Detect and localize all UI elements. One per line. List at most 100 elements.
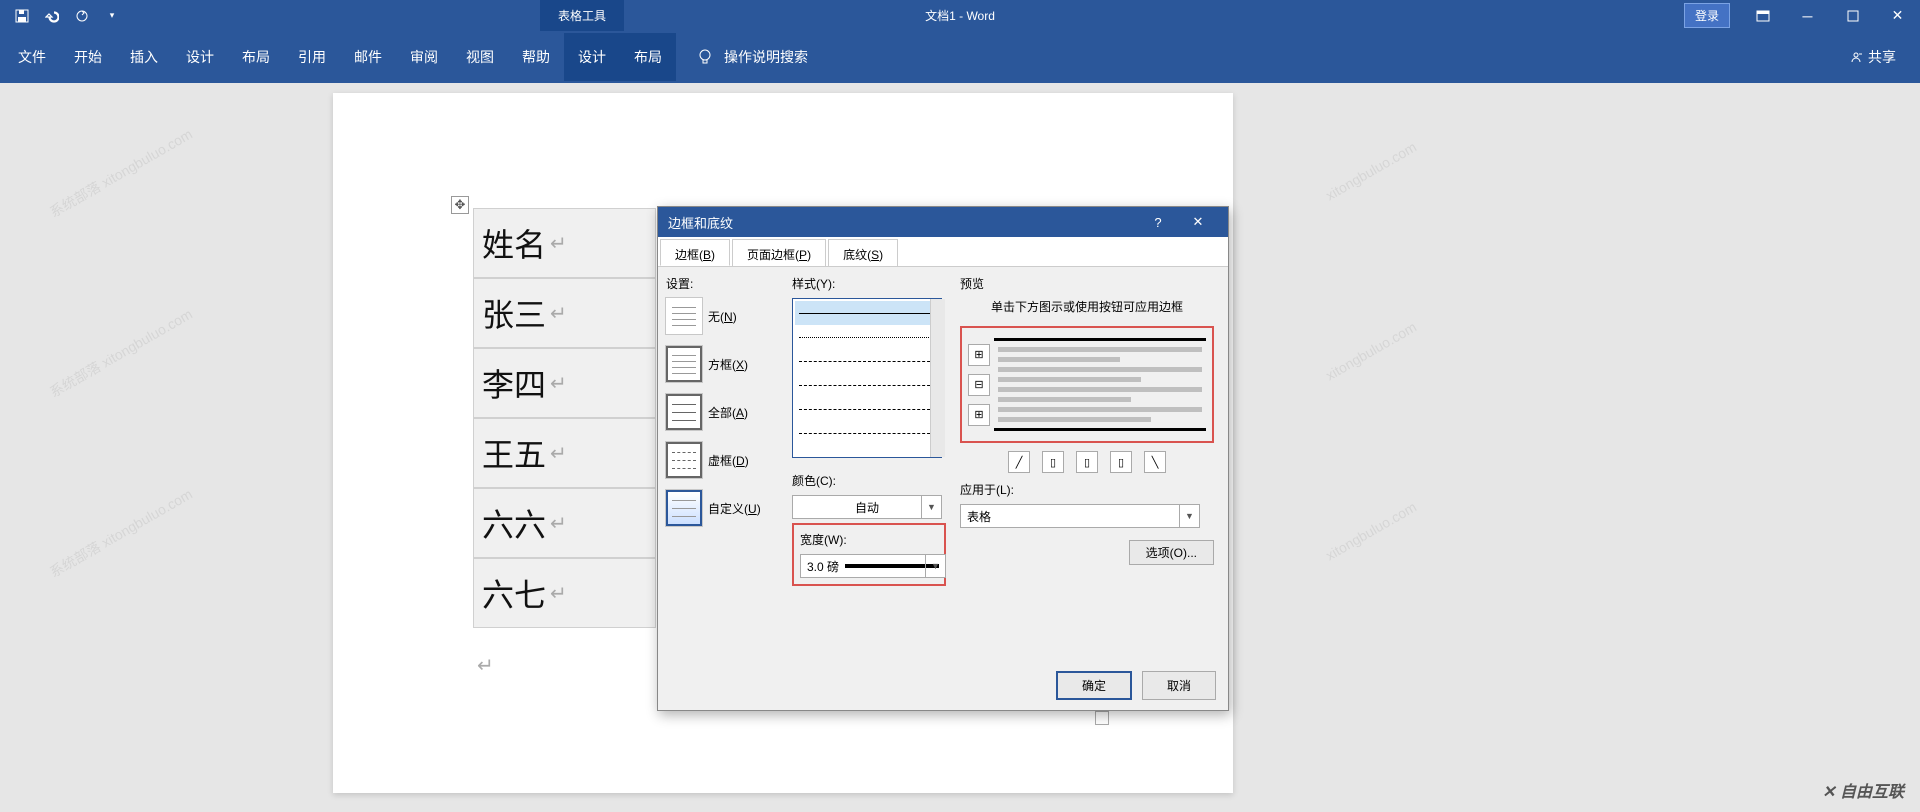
paragraph-mark-icon: ↵ xyxy=(550,581,567,606)
border-mid-h-button[interactable]: ⊟ xyxy=(968,374,990,396)
setting-grid[interactable]: 虚框(D) xyxy=(666,442,784,478)
dialog-titlebar[interactable]: 边框和底纹 ? ✕ xyxy=(658,207,1228,237)
width-label: 宽度(W): xyxy=(800,531,938,548)
document-area: 系统部落 xitongbuluo.com 系统部落 xitongbuluo.co… xyxy=(0,83,1920,812)
ok-button[interactable]: 确定 xyxy=(1056,671,1132,700)
tab-help[interactable]: 帮助 xyxy=(508,33,564,81)
settings-column: 设置: 无(N) 方框(X) 全部(A) 虚框(D) xyxy=(666,275,784,659)
setting-custom-icon xyxy=(666,490,702,526)
paragraph-mark-icon: ↵ xyxy=(550,231,567,256)
border-left-button[interactable]: ▯ xyxy=(1042,451,1064,473)
chevron-down-icon: ▼ xyxy=(925,555,945,577)
setting-box-icon xyxy=(666,346,702,382)
style-option[interactable] xyxy=(795,325,939,349)
setting-all[interactable]: 全部(A) xyxy=(666,394,784,430)
share-label: 共享 xyxy=(1868,47,1896,67)
setting-none[interactable]: 无(N) xyxy=(666,298,784,334)
apply-to-dropdown[interactable]: 表格 ▼ xyxy=(960,504,1200,528)
ribbon-options-icon[interactable] xyxy=(1740,0,1785,31)
tab-file[interactable]: 文件 xyxy=(4,33,60,81)
tab-references[interactable]: 引用 xyxy=(284,33,340,81)
paragraph-mark-icon: ↵ xyxy=(550,441,567,466)
color-label: 颜色(C): xyxy=(792,472,946,489)
border-right-button[interactable]: ▯ xyxy=(1110,451,1132,473)
style-option[interactable] xyxy=(795,301,939,325)
setting-all-icon xyxy=(666,394,702,430)
undo-icon[interactable] xyxy=(38,2,66,30)
tab-review[interactable]: 审阅 xyxy=(396,33,452,81)
quick-access-toolbar: ▾ xyxy=(0,2,134,30)
width-highlight: 宽度(W): 3.0 磅 ▼ xyxy=(792,523,946,586)
close-icon[interactable]: ✕ xyxy=(1178,214,1218,230)
tab-design[interactable]: 设计 xyxy=(172,33,228,81)
border-diag-button[interactable]: ╱ xyxy=(1008,451,1030,473)
setting-box[interactable]: 方框(X) xyxy=(666,346,784,382)
qat-arrow-icon[interactable]: ▾ xyxy=(98,2,126,30)
tab-layout[interactable]: 布局 xyxy=(228,33,284,81)
paragraph-mark-icon: ↵ xyxy=(477,653,494,678)
style-option[interactable] xyxy=(795,349,939,373)
document-table[interactable]: 姓名↵ 张三↵ 李四↵ 王五↵ 六六↵ 六七↵ xyxy=(473,208,656,628)
window-controls: 登录 ─ ✕ xyxy=(1684,0,1920,31)
table-anchor-icon[interactable]: ✥ xyxy=(451,196,469,214)
tab-table-layout[interactable]: 布局 xyxy=(620,33,676,81)
style-option[interactable] xyxy=(795,373,939,397)
table-resize-handle[interactable] xyxy=(1095,711,1109,725)
dialog-footer: 确定 取消 xyxy=(1056,671,1216,700)
paragraph-mark-icon: ↵ xyxy=(550,371,567,396)
share-button[interactable]: 共享 xyxy=(1829,47,1916,67)
table-cell[interactable]: 张三↵ xyxy=(473,278,656,348)
tab-insert[interactable]: 插入 xyxy=(116,33,172,81)
preview-sample[interactable] xyxy=(994,338,1206,431)
login-button[interactable]: 登录 xyxy=(1684,3,1730,28)
preview-hint: 单击下方图示或使用按钮可应用边框 xyxy=(960,298,1214,316)
ribbon: 文件 开始 插入 设计 布局 引用 邮件 审阅 视图 帮助 设计 布局 操作说明… xyxy=(0,31,1920,83)
tab-home[interactable]: 开始 xyxy=(60,33,116,81)
help-icon[interactable]: ? xyxy=(1138,215,1178,230)
border-diag2-button[interactable]: ╲ xyxy=(1144,451,1166,473)
preview-label: 预览 xyxy=(960,275,1214,292)
tab-table-design[interactable]: 设计 xyxy=(564,33,620,81)
tell-me-label: 操作说明搜索 xyxy=(724,47,808,67)
table-cell[interactable]: 王五↵ xyxy=(473,418,656,488)
table-cell[interactable]: 李四↵ xyxy=(473,348,656,418)
setting-none-icon xyxy=(666,298,702,334)
chevron-down-icon: ▼ xyxy=(921,496,941,518)
border-mid-v-button[interactable]: ▯ xyxy=(1076,451,1098,473)
tab-view[interactable]: 视图 xyxy=(452,33,508,81)
tell-me-search[interactable]: 操作说明搜索 xyxy=(696,47,808,67)
dialog-title: 边框和底纹 xyxy=(668,213,733,232)
preview-bottom-buttons: ╱ ▯ ▯ ▯ ╲ xyxy=(960,451,1214,473)
table-cell[interactable]: 六六↵ xyxy=(473,488,656,558)
tab-borders[interactable]: 边框(B) xyxy=(660,239,730,266)
redo-icon[interactable] xyxy=(68,2,96,30)
table-cell[interactable]: 姓名↵ xyxy=(473,208,656,278)
tab-mailings[interactable]: 邮件 xyxy=(340,33,396,81)
save-icon[interactable] xyxy=(8,2,36,30)
border-top-button[interactable]: ⊞ xyxy=(968,344,990,366)
close-icon[interactable]: ✕ xyxy=(1875,0,1920,31)
style-column: 样式(Y): 颜色(C): 自动 ▼ 宽度(W): xyxy=(784,275,954,659)
color-dropdown[interactable]: 自动 ▼ xyxy=(792,495,942,519)
table-cell[interactable]: 六七↵ xyxy=(473,558,656,628)
tab-page-border[interactable]: 页面边框(P) xyxy=(732,239,826,266)
paragraph-mark-icon: ↵ xyxy=(550,511,567,536)
border-bottom-button[interactable]: ⊞ xyxy=(968,404,990,426)
chevron-down-icon: ▼ xyxy=(1179,505,1199,527)
maximize-icon[interactable] xyxy=(1830,0,1875,31)
cancel-button[interactable]: 取消 xyxy=(1142,671,1216,700)
titlebar: ▾ 表格工具 文档1 - Word 登录 ─ ✕ xyxy=(0,0,1920,31)
scrollbar[interactable] xyxy=(930,299,945,457)
style-option[interactable] xyxy=(795,421,939,445)
setting-custom[interactable]: 自定义(U) xyxy=(666,490,784,526)
dialog-tabs: 边框(B) 页面边框(P) 底纹(S) xyxy=(658,237,1228,267)
minimize-icon[interactable]: ─ xyxy=(1785,0,1830,31)
style-listbox[interactable] xyxy=(792,298,942,458)
style-option[interactable] xyxy=(795,397,939,421)
tab-shading[interactable]: 底纹(S) xyxy=(828,239,898,266)
apply-to-label: 应用于(L): xyxy=(960,481,1214,498)
options-button[interactable]: 选项(O)... xyxy=(1129,540,1214,565)
preview-side-buttons: ⊞ ⊟ ⊞ xyxy=(968,338,990,431)
width-dropdown[interactable]: 3.0 磅 ▼ xyxy=(800,554,946,578)
document-title: 文档1 - Word xyxy=(925,7,995,24)
